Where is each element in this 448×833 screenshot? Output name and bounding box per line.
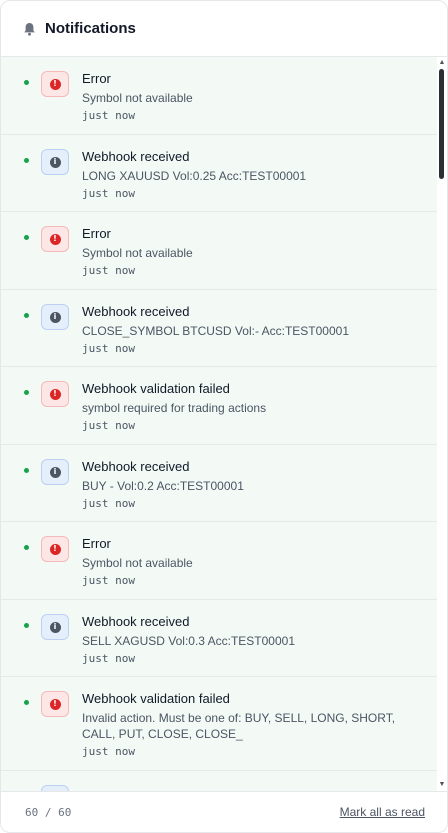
notification-timestamp: just now: [82, 187, 135, 200]
notification-item[interactable]: i Webhook received CLOSE_SYMBOL BTCUSD Vol…: [1, 290, 437, 367]
notification-title: Webhook received: [82, 304, 190, 319]
scroll-thumb[interactable]: [439, 69, 444, 179]
notification-item[interactable]: [1, 771, 437, 791]
panel-title: Notifications: [45, 20, 136, 37]
info-icon: i: [41, 614, 69, 640]
notification-message: Symbol not available: [82, 90, 423, 106]
notification-message-line: Symbol not available: [82, 246, 193, 260]
notification-title: Error: [82, 71, 111, 86]
notification-item[interactable]: ! Error Symbol not available just now: [1, 57, 437, 135]
notification-item[interactable]: ! Error Symbol not available just now: [1, 212, 437, 290]
info-icon: i: [41, 459, 69, 485]
notification-title: Webhook validation failed: [82, 381, 230, 396]
panel-header: Notifications: [1, 1, 447, 57]
notification-title: Webhook received: [82, 149, 190, 164]
unread-dot-icon: [24, 80, 29, 85]
unread-dot-icon: [24, 545, 29, 550]
notification-message: Invalid action. Must be one of: BUY, SEL…: [82, 710, 423, 742]
notification-title: Webhook received: [82, 459, 190, 474]
unread-dot-icon: [24, 700, 29, 705]
notification-message: CLOSE_SYMBOL BTCUSD Vol:- Acc:TEST00001: [82, 323, 423, 339]
unread-dot-icon: [24, 468, 29, 473]
notification-timestamp: just now: [82, 574, 135, 587]
panel-footer: 60 / 60 Mark all as read: [1, 791, 447, 832]
notification-timestamp: just now: [82, 342, 135, 355]
notification-message-line: Symbol not available: [82, 556, 193, 570]
scroll-up-arrow-icon[interactable]: ▲: [438, 59, 446, 67]
unread-dot-icon: [24, 158, 29, 163]
error-icon: !: [41, 71, 69, 97]
list-scrollbar[interactable]: ▲ ▼: [437, 57, 447, 791]
error-icon: !: [41, 226, 69, 252]
notifications-panel: Notifications ! Error Symbol not available…: [0, 0, 448, 833]
info-icon: i: [41, 149, 69, 175]
error-icon: !: [41, 381, 69, 407]
info-icon: i: [41, 304, 69, 330]
notification-title: Error: [82, 536, 111, 551]
notification-message-line: SELL XAGUSD Vol:0.3 Acc:TEST00001: [82, 634, 295, 648]
unread-dot-icon: [24, 313, 29, 318]
unread-dot-icon: [24, 623, 29, 628]
notification-message-line: symbol required for trading actions: [82, 401, 267, 415]
notification-message-line: LONG XAUUSD Vol:0.25 Acc:TEST00001: [82, 169, 307, 183]
notification-message: Symbol not available: [82, 555, 423, 571]
notification-timestamp: just now: [82, 419, 135, 432]
error-icon: !: [41, 691, 69, 717]
notification-timestamp: just now: [82, 745, 135, 758]
notification-item[interactable]: ! Error Symbol not available just now: [1, 522, 437, 600]
unread-dot-icon: [24, 390, 29, 395]
notification-title: Error: [82, 226, 111, 241]
mark-all-read-link[interactable]: Mark all as read: [340, 805, 425, 819]
notification-timestamp: just now: [82, 652, 135, 665]
notification-message-line: BUY - Vol:0.2 Acc:TEST00001: [82, 479, 244, 493]
error-icon: !: [41, 536, 69, 562]
notification-message: SELL XAGUSD Vol:0.3 Acc:TEST00001: [82, 633, 423, 649]
notification-counter: 60 / 60: [25, 805, 72, 819]
notification-timestamp: just now: [82, 497, 135, 510]
notification-item[interactable]: ! Webhook validation failed symbol require…: [1, 367, 437, 445]
notification-timestamp: just now: [82, 264, 135, 277]
notification-list[interactable]: ! Error Symbol not available just now i Webho…: [1, 57, 447, 791]
notification-message: LONG XAUUSD Vol:0.25 Acc:TEST00001: [82, 168, 423, 184]
notification-item[interactable]: i Webhook received SELL XAGUSD Vol:0.3 Acc…: [1, 600, 437, 677]
notification-timestamp: just now: [82, 109, 135, 122]
notification-title: Webhook validation failed: [82, 691, 230, 706]
notification-item[interactable]: i Webhook received BUY - Vol:0.2 Acc:TEST0…: [1, 445, 437, 522]
scroll-down-arrow-icon[interactable]: ▼: [438, 781, 446, 789]
notification-item[interactable]: ! Webhook validation failed Invalid action…: [1, 677, 437, 771]
unread-dot-icon: [24, 235, 29, 240]
notification-message-line: Symbol not available: [82, 91, 193, 105]
notification-message-line: CALL, PUT, CLOSE, CLOSE_: [82, 727, 243, 741]
notification-item[interactable]: i Webhook received LONG XAUUSD Vol:0.25 Ac…: [1, 135, 437, 212]
notification-message-line: CLOSE_SYMBOL BTCUSD Vol:- Acc:TEST00001: [82, 324, 349, 338]
notification-message: Symbol not available: [82, 245, 423, 261]
notification-title: Webhook received: [82, 614, 190, 629]
notification-message: BUY - Vol:0.2 Acc:TEST00001: [82, 478, 423, 494]
bell-icon: [23, 22, 37, 36]
notification-message: symbol required for trading actions: [82, 400, 423, 416]
notification-message-line: Invalid action. Must be one of: BUY, SEL…: [82, 711, 396, 725]
